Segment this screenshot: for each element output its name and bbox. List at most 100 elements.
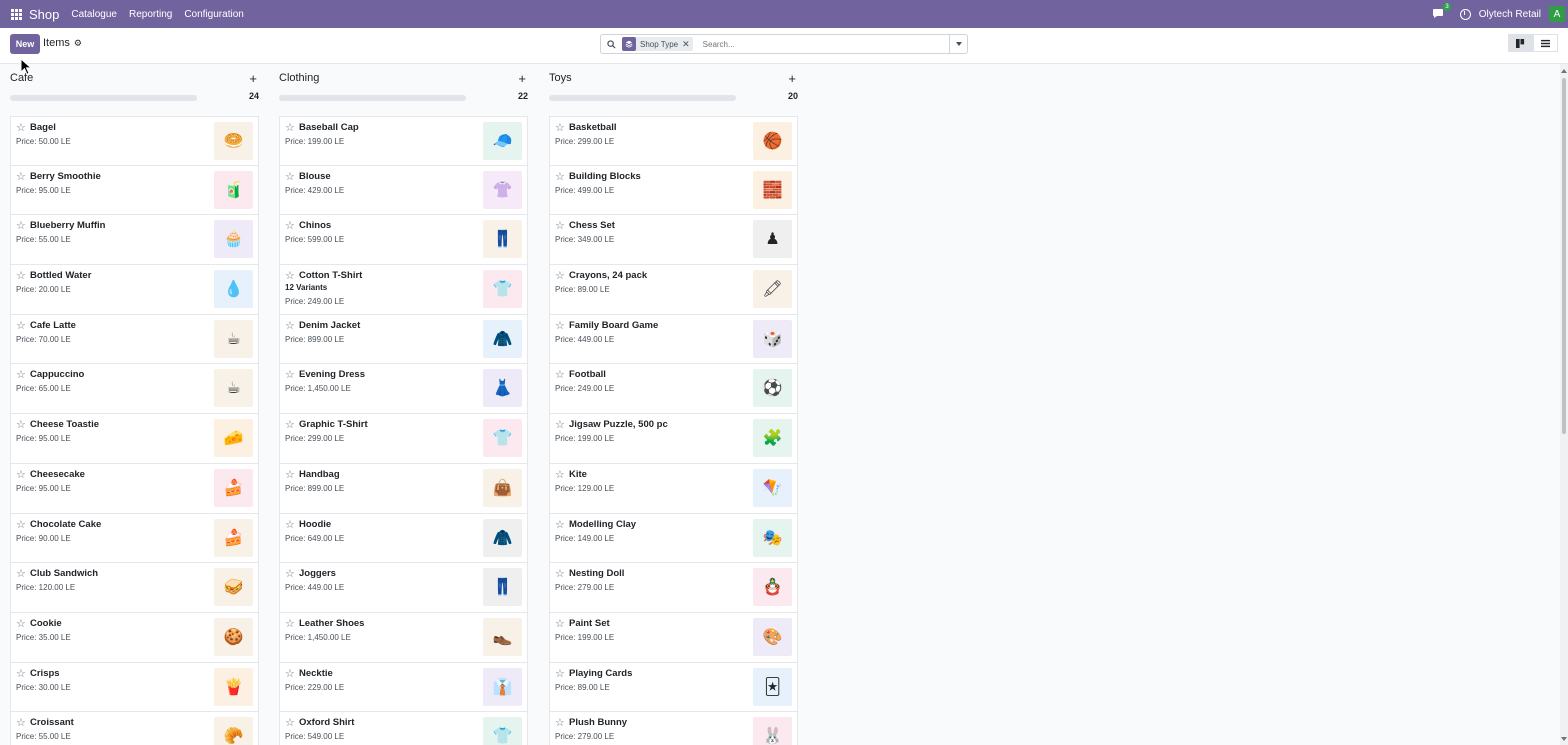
clock-icon[interactable]: [1459, 8, 1471, 20]
kanban-card[interactable]: ☆ Basketball Price: 299.00 LE 🏀: [549, 116, 798, 166]
kanban-card[interactable]: ☆ Baseball Cap Price: 199.00 LE 🧢: [279, 116, 528, 166]
star-icon[interactable]: ☆: [285, 319, 295, 332]
star-icon[interactable]: ☆: [285, 567, 295, 580]
page-scrollbar[interactable]: [1560, 64, 1568, 745]
star-icon[interactable]: ☆: [16, 468, 26, 481]
kanban-card[interactable]: ☆ Denim Jacket Price: 899.00 LE 🧥: [279, 314, 528, 365]
kanban-card[interactable]: ☆ Nesting Doll Price: 279.00 LE 🪆: [549, 563, 798, 613]
star-icon[interactable]: ☆: [555, 368, 565, 381]
apps-grid-icon[interactable]: [0, 0, 32, 28]
menu-catalogue[interactable]: Catalogue: [71, 9, 117, 20]
kanban-card[interactable]: ☆ Plush Bunny Price: 279.00 LE 🐰: [549, 712, 798, 745]
kanban-card[interactable]: ☆ Bottled Water Price: 20.00 LE 💧: [10, 265, 259, 315]
star-icon[interactable]: ☆: [285, 716, 295, 729]
add-card-icon[interactable]: +: [249, 71, 257, 86]
star-icon[interactable]: ☆: [16, 518, 26, 531]
add-card-icon[interactable]: +: [788, 71, 796, 86]
star-icon[interactable]: ☆: [285, 518, 295, 531]
star-icon[interactable]: ☆: [285, 468, 295, 481]
kanban-card[interactable]: ☆ Paint Set Price: 199.00 LE 🎨: [549, 612, 798, 663]
star-icon[interactable]: ☆: [16, 121, 26, 134]
kanban-card[interactable]: ☆ Bagel Price: 50.00 LE 🥯: [10, 116, 259, 166]
column-title[interactable]: Toys: [549, 72, 572, 84]
kanban-card[interactable]: ☆ Football Price: 249.00 LE ⚽: [549, 364, 798, 415]
kanban-card[interactable]: ☆ Cheese Toastie Price: 95.00 LE 🧀: [10, 414, 259, 464]
kanban-card[interactable]: ☆ Cotton T-Shirt 12 Variants Price: 249.00 …: [279, 265, 528, 315]
kanban-card[interactable]: ☆ Jigsaw Puzzle, 500 pc Price: 199.00 LE 🧩: [549, 414, 798, 464]
kanban-card[interactable]: ☆ Playing Cards Price: 89.00 LE 🃏: [549, 662, 798, 713]
star-icon[interactable]: ☆: [285, 170, 295, 183]
menu-reporting[interactable]: Reporting: [129, 9, 172, 20]
star-icon[interactable]: ☆: [285, 219, 295, 232]
star-icon[interactable]: ☆: [16, 319, 26, 332]
menu-configuration[interactable]: Configuration: [184, 9, 243, 20]
kanban-card[interactable]: ☆ Cookie Price: 35.00 LE 🍪: [10, 612, 259, 663]
kanban-card[interactable]: ☆ Crisps Price: 30.00 LE 🍟: [10, 662, 259, 713]
star-icon[interactable]: ☆: [285, 418, 295, 431]
star-icon[interactable]: ☆: [16, 667, 26, 680]
star-icon[interactable]: ☆: [555, 121, 565, 134]
column-title[interactable]: Clothing: [279, 72, 319, 84]
search-options-toggle[interactable]: [949, 35, 967, 53]
kanban-card[interactable]: ☆ Modelling Clay Price: 149.00 LE 🎭: [549, 513, 798, 564]
kanban-card[interactable]: ☆ Club Sandwich Price: 120.00 LE 🥪: [10, 563, 259, 613]
star-icon[interactable]: ☆: [285, 667, 295, 680]
star-icon[interactable]: ☆: [16, 617, 26, 630]
star-icon[interactable]: ☆: [555, 567, 565, 580]
kanban-card[interactable]: ☆ Necktie Price: 229.00 LE 👔: [279, 662, 528, 713]
star-icon[interactable]: ☆: [555, 269, 565, 282]
progress-bar[interactable]: [279, 95, 466, 101]
kanban-card[interactable]: ☆ Kite Price: 129.00 LE 🪁: [549, 463, 798, 514]
star-icon[interactable]: ☆: [16, 716, 26, 729]
search-icon[interactable]: [601, 39, 621, 49]
star-icon[interactable]: ☆: [16, 269, 26, 282]
kanban-card[interactable]: ☆ Building Blocks Price: 499.00 LE 🧱: [549, 165, 798, 216]
gear-icon[interactable]: ⚙: [74, 38, 82, 49]
kanban-card[interactable]: ☆ Leather Shoes Price: 1,450.00 LE 👞: [279, 612, 528, 663]
kanban-card[interactable]: ☆ Hoodie Price: 649.00 LE 🧥: [279, 513, 528, 564]
kanban-card[interactable]: ☆ Croissant Price: 55.00 LE 🥐: [10, 712, 259, 745]
kanban-card[interactable]: ☆ Oxford Shirt Price: 549.00 LE 👕: [279, 712, 528, 745]
star-icon[interactable]: ☆: [16, 567, 26, 580]
add-card-icon[interactable]: +: [518, 71, 526, 86]
scroll-up-icon[interactable]: [1561, 69, 1567, 73]
kanban-card[interactable]: ☆ Berry Smoothie Price: 95.00 LE 🧃: [10, 165, 259, 216]
progress-bar[interactable]: [10, 95, 197, 101]
kanban-card[interactable]: ☆ Chocolate Cake Price: 90.00 LE 🍰: [10, 513, 259, 564]
new-button[interactable]: New: [10, 34, 40, 54]
kanban-card[interactable]: ☆ Chinos Price: 599.00 LE 👖: [279, 215, 528, 266]
facet-close-icon[interactable]: ✕: [682, 39, 693, 50]
app-brand[interactable]: Shop: [29, 7, 59, 22]
star-icon[interactable]: ☆: [555, 219, 565, 232]
kanban-card[interactable]: ☆ Joggers Price: 449.00 LE 👖: [279, 563, 528, 613]
kanban-card[interactable]: ☆ Evening Dress Price: 1,450.00 LE 👗: [279, 364, 528, 415]
kanban-card[interactable]: ☆ Family Board Game Price: 449.00 LE 🎲: [549, 314, 798, 365]
kanban-card[interactable]: ☆ Blouse Price: 429.00 LE 👚: [279, 165, 528, 216]
list-view-button[interactable]: [1533, 34, 1558, 52]
chat-icon[interactable]: 3: [1432, 3, 1451, 20]
star-icon[interactable]: ☆: [285, 368, 295, 381]
star-icon[interactable]: ☆: [285, 617, 295, 630]
search-input[interactable]: [702, 39, 903, 49]
user-avatar[interactable]: A: [1549, 6, 1565, 22]
kanban-card[interactable]: ☆ Chess Set Price: 349.00 LE ♟: [549, 215, 798, 266]
kanban-card[interactable]: ☆ Cafe Latte Price: 70.00 LE ☕: [10, 314, 259, 365]
kanban-card[interactable]: ☆ Handbag Price: 899.00 LE 👜: [279, 463, 528, 514]
kanban-card[interactable]: ☆ Cheesecake Price: 95.00 LE 🍰: [10, 463, 259, 514]
kanban-card[interactable]: ☆ Cappuccino Price: 65.00 LE ☕: [10, 364, 259, 415]
star-icon[interactable]: ☆: [285, 121, 295, 134]
star-icon[interactable]: ☆: [16, 170, 26, 183]
star-icon[interactable]: ☆: [555, 319, 565, 332]
star-icon[interactable]: ☆: [555, 667, 565, 680]
star-icon[interactable]: ☆: [555, 468, 565, 481]
scroll-down-icon[interactable]: [1561, 737, 1567, 741]
kanban-card[interactable]: ☆ Crayons, 24 pack Price: 89.00 LE 🖍: [549, 265, 798, 315]
star-icon[interactable]: ☆: [555, 170, 565, 183]
star-icon[interactable]: ☆: [555, 418, 565, 431]
star-icon[interactable]: ☆: [555, 716, 565, 729]
star-icon[interactable]: ☆: [16, 219, 26, 232]
star-icon[interactable]: ☆: [16, 368, 26, 381]
star-icon[interactable]: ☆: [16, 418, 26, 431]
star-icon[interactable]: ☆: [555, 617, 565, 630]
star-icon[interactable]: ☆: [555, 518, 565, 531]
